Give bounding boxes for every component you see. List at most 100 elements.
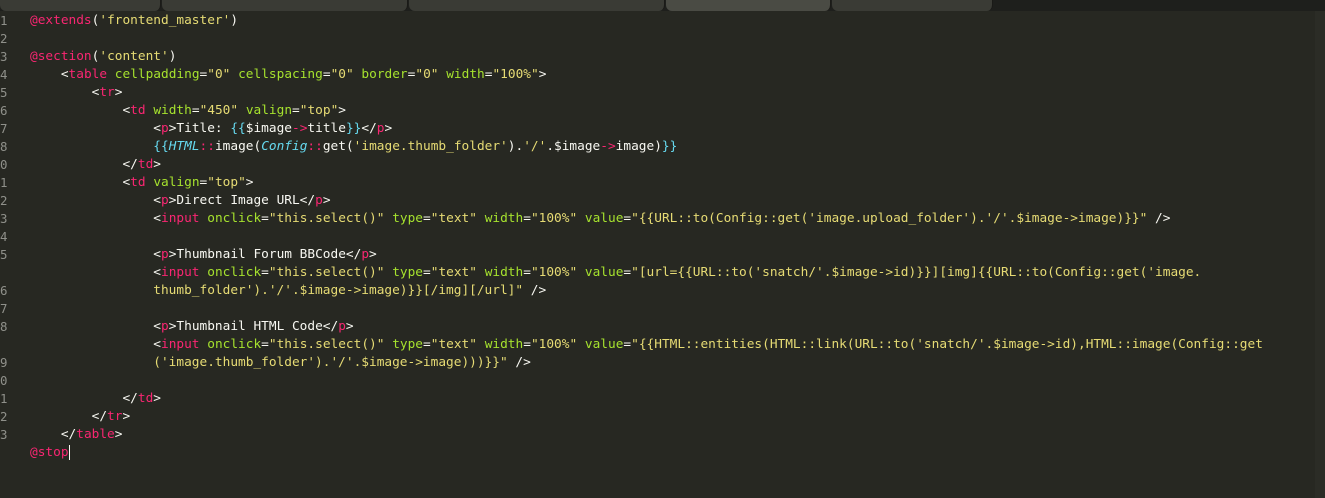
code-token: > (384, 121, 393, 136)
code-line[interactable]: <p>Direct Image URL</p> (30, 192, 1313, 210)
code-token: "0" (207, 67, 231, 82)
code-line[interactable]: <input onclick="this.select()" type="tex… (30, 336, 1313, 354)
line-number: 1 (0, 175, 8, 190)
code-line[interactable]: <tr> (30, 84, 1313, 102)
text-cursor (68, 445, 70, 460)
code-token: Config (261, 139, 308, 154)
line-number (0, 264, 20, 282)
tab-2[interactable] (162, 0, 408, 11)
code-token: valign (153, 175, 200, 190)
code-token: = (623, 211, 632, 226)
code-token: get( (322, 139, 354, 154)
code-token: > (153, 391, 162, 406)
code-line[interactable]: thumb_folder').'/'.$image->image)}}[/img… (30, 282, 1313, 300)
code-token: = (292, 103, 300, 118)
code-line[interactable]: </tr> (30, 408, 1313, 426)
code-line[interactable]: {{HTML::image(Config::get('image.thumb_f… (30, 138, 1313, 156)
code-token: = (191, 103, 200, 118)
code-line[interactable]: @section('content') (30, 48, 1313, 66)
code-token: type (392, 211, 424, 226)
code-token: input (160, 265, 200, 280)
code-token: title (307, 121, 346, 136)
code-editor[interactable]: @extends('frontend_master') @section('con… (30, 12, 1313, 462)
code-token: > (122, 409, 131, 424)
line-number: 4 (0, 67, 8, 82)
line-number: 3 (0, 211, 8, 226)
tab-3[interactable] (409, 0, 665, 11)
code-line[interactable]: @stop (30, 444, 1313, 462)
code-token: table (68, 67, 108, 82)
code-token: width (446, 67, 485, 82)
code-token: > (114, 85, 123, 100)
tab-5[interactable] (832, 0, 993, 11)
line-number: 3 (0, 49, 8, 64)
code-token: {{ (230, 121, 246, 136)
code-token: ) (230, 13, 239, 28)
code-token: "100%" (530, 265, 578, 280)
code-line[interactable]: <td width="450" valign="top"> (30, 102, 1313, 120)
code-token: < (30, 85, 100, 100)
line-number: 6 (0, 103, 8, 118)
code-token: "top" (207, 175, 246, 190)
code-line[interactable]: ('image.thumb_folder').'/'.$image->image… (30, 354, 1313, 372)
code-line[interactable]: <input onclick="this.select()" type="tex… (30, 264, 1313, 282)
code-token: thumb_folder').'/'.$image->image)}}[/img… (30, 283, 524, 298)
code-line[interactable] (30, 30, 1313, 48)
code-token: cellpadding (114, 67, 200, 82)
code-token: tr (107, 409, 123, 424)
code-token: @extends (30, 13, 92, 28)
minimap-scrollbar[interactable] (1315, 11, 1325, 498)
code-token: "{{HTML::entities(HTML::link(URL::to('sn… (631, 337, 1263, 352)
code-token: table (76, 427, 115, 442)
tab-4-active[interactable] (666, 0, 831, 11)
code-token: HTML (168, 139, 200, 154)
code-token: p (160, 193, 169, 208)
tab-1[interactable] (0, 0, 161, 11)
line-number: 7 (0, 121, 8, 136)
line-number: 0 (0, 157, 8, 172)
code-token: p (160, 121, 169, 136)
code-token: </ (361, 121, 377, 136)
tab-bar (0, 0, 1325, 11)
code-line[interactable]: <input onclick="this.select()" type="tex… (30, 210, 1313, 228)
code-token: 'image.thumb_folder' (353, 139, 508, 154)
code-token: >Thumbnail Forum BBCode</ (168, 247, 362, 262)
code-token: @section (30, 49, 92, 64)
code-token: p (160, 319, 169, 334)
code-line[interactable] (30, 228, 1313, 246)
code-token: = (261, 265, 269, 280)
line-number: 4 (0, 229, 8, 244)
code-line[interactable]: <table cellpadding="0" cellspacing="0" b… (30, 66, 1313, 84)
line-number: 3 (0, 427, 8, 442)
code-token: $image (245, 121, 292, 136)
code-token: > (153, 157, 162, 172)
code-line[interactable]: </td> (30, 390, 1313, 408)
code-token: .$image (546, 139, 601, 154)
code-token: /> (1147, 211, 1171, 226)
code-token: "this.select()" (268, 211, 385, 226)
code-line[interactable]: <p>Title: {{$image->title}}</p> (30, 120, 1313, 138)
code-token: p (315, 193, 323, 208)
code-line[interactable]: <p>Thumbnail HTML Code</p> (30, 318, 1313, 336)
code-token: = (423, 337, 431, 352)
code-line[interactable]: <p>Thumbnail Forum BBCode</p> (30, 246, 1313, 264)
line-number: 8 (0, 319, 8, 334)
code-token: > (538, 67, 547, 82)
code-token: onclick (207, 211, 262, 226)
code-line[interactable]: </td> (30, 156, 1313, 174)
line-number: 2 (0, 31, 8, 46)
code-token: </ (30, 427, 77, 442)
code-line[interactable] (30, 300, 1313, 318)
code-token: = (623, 265, 632, 280)
code-line[interactable]: @extends('frontend_master') (30, 12, 1313, 30)
code-token: = (261, 337, 269, 352)
code-token: < (30, 337, 161, 352)
code-token: < (30, 265, 161, 280)
code-line[interactable]: </table> (30, 426, 1313, 444)
code-token: "top" (299, 103, 339, 118)
code-line[interactable]: <td valign="top"> (30, 174, 1313, 192)
code-line[interactable] (30, 372, 1313, 390)
